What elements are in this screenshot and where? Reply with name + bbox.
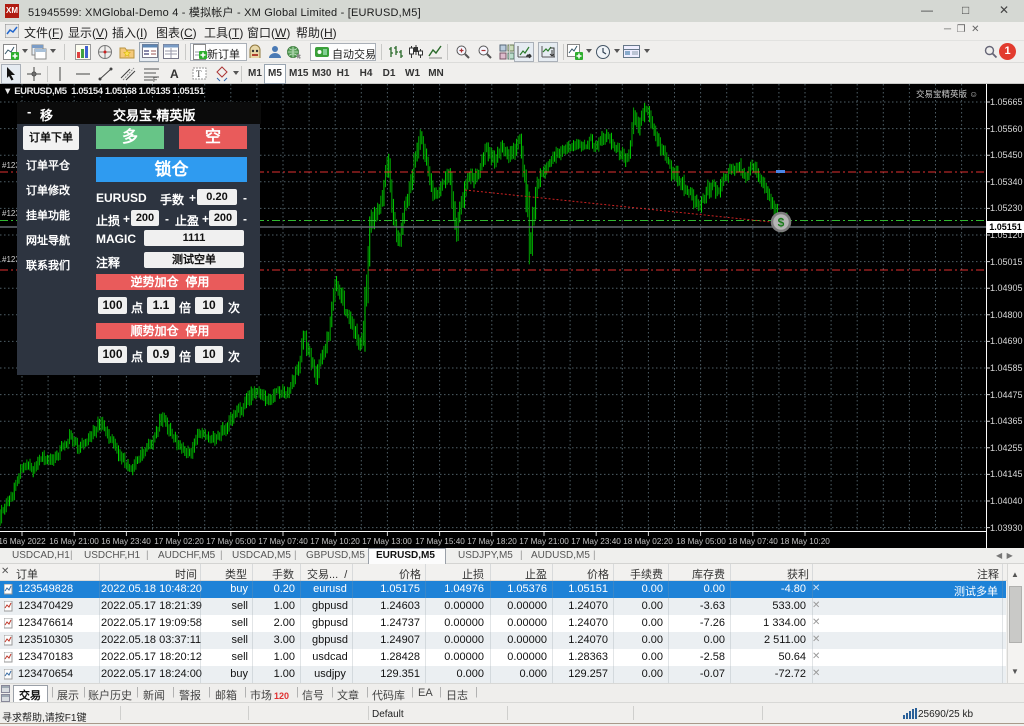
svg-text:$: $ bbox=[778, 216, 785, 230]
svg-text:T: T bbox=[196, 69, 202, 79]
svg-text:F: F bbox=[153, 77, 157, 82]
